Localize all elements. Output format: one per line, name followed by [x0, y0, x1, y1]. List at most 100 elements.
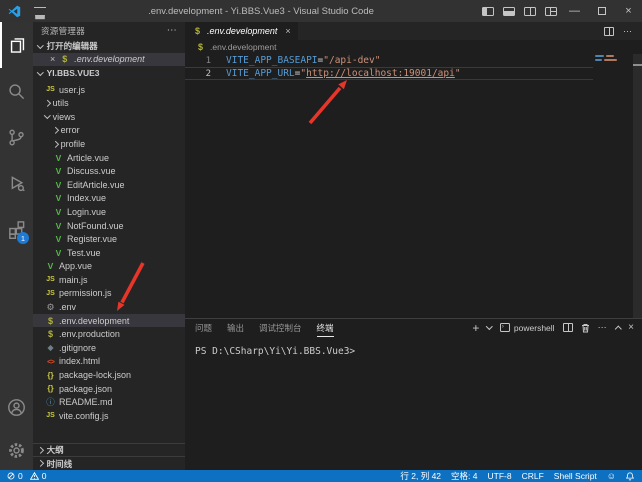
status-item[interactable]: Shell Script: [554, 470, 597, 482]
panel-tab-item[interactable]: 调试控制台: [259, 319, 302, 337]
close-button[interactable]: ×: [615, 0, 642, 22]
minimap[interactable]: [593, 54, 633, 318]
search-icon: [7, 82, 26, 101]
tree-item-label: .env: [59, 302, 76, 312]
tree-item--env-development[interactable]: $.env.development: [33, 314, 185, 328]
close-icon[interactable]: ×: [50, 54, 55, 64]
activity-bar: 1: [0, 22, 33, 470]
tree-item-profile[interactable]: profile: [33, 137, 185, 151]
status-item[interactable]: CRLF: [522, 470, 544, 482]
env-file-icon: $: [192, 26, 203, 36]
kill-terminal-icon[interactable]: [581, 323, 590, 333]
section-outline[interactable]: 大纲: [33, 443, 185, 457]
activity-source-control[interactable]: [0, 114, 33, 160]
tree-item-readme-md[interactable]: ⓘREADME.md: [33, 395, 185, 409]
tree-item-label: main.js: [59, 275, 88, 285]
customize-layout-icon[interactable]: [545, 7, 557, 16]
activity-explorer[interactable]: [0, 22, 33, 68]
code-token: VITE_APP_BASEAPI: [226, 55, 318, 66]
tab-env-development[interactable]: $ .env.development ×: [185, 22, 298, 40]
tree-item-index-html[interactable]: <>index.html: [33, 355, 185, 369]
section-project[interactable]: YI.BBS.VUE3: [33, 66, 185, 80]
tree-item-discuss-vue[interactable]: VDiscuss.vue: [33, 164, 185, 178]
menu-icon[interactable]: [34, 7, 46, 15]
error-icon: [7, 472, 15, 480]
activity-account[interactable]: [0, 384, 33, 430]
tree-item--gitignore[interactable]: ◆.gitignore: [33, 341, 185, 355]
terminal-dropdown-icon[interactable]: [486, 323, 492, 329]
status-item[interactable]: 空格: 4: [451, 470, 477, 482]
tree-item-utils[interactable]: utils: [33, 96, 185, 110]
editor-region: $ .env.development × ⋯ $ .env.developmen…: [185, 22, 642, 470]
tree-item-notfound-vue[interactable]: VNotFound.vue: [33, 219, 185, 233]
minimize-button[interactable]: —: [561, 0, 588, 22]
tree-item-test-vue[interactable]: VTest.vue: [33, 246, 185, 260]
open-editor-item[interactable]: × $ .env.development: [33, 53, 185, 67]
feedback-smiley-icon[interactable]: ☺: [607, 470, 616, 482]
tree-item-label: Discuss.vue: [67, 166, 116, 176]
panel-tab-item[interactable]: 输出: [227, 319, 244, 337]
tree-item-login-vue[interactable]: VLogin.vue: [33, 205, 185, 219]
tree-item-index-vue[interactable]: VIndex.vue: [33, 192, 185, 206]
panel-tab-item[interactable]: 问题: [195, 319, 212, 337]
new-terminal-icon[interactable]: +: [472, 323, 479, 333]
tree-item-vite-config-js[interactable]: JSvite.config.js: [33, 409, 185, 423]
activity-settings[interactable]: [0, 430, 33, 470]
maximize-panel-icon[interactable]: [615, 326, 621, 332]
status-right: 行 2, 列 42 空格: 4 UTF-8 CRLF Shell Script ☺: [400, 470, 642, 482]
tree-item-package-lock-json[interactable]: {}package-lock.json: [33, 368, 185, 382]
split-terminal-icon[interactable]: [563, 323, 573, 332]
maximize-button[interactable]: [588, 0, 615, 22]
tree-item-editarticle-vue[interactable]: VEditArticle.vue: [33, 178, 185, 192]
code-lines: 1VITE_APP_BASEAPI="/api-dev"2VITE_APP_UR…: [185, 54, 593, 80]
close-panel-icon[interactable]: ×: [628, 322, 634, 333]
status-item[interactable]: 行 2, 列 42: [400, 470, 441, 482]
tree-item-label: EditArticle.vue: [67, 180, 125, 190]
panel-more-icon[interactable]: ⋯: [598, 322, 608, 333]
activity-search[interactable]: [0, 68, 33, 114]
toggle-sidebar-icon[interactable]: [482, 7, 494, 16]
panel-tab-terminal-active[interactable]: 终端: [317, 319, 334, 337]
notifications-bell-icon[interactable]: [626, 472, 634, 481]
tree-item-app-vue[interactable]: VApp.vue: [33, 260, 185, 274]
file-tree: JSuser.jsutilsviewserrorprofileVArticle.…: [33, 83, 185, 423]
tree-item--env[interactable]: ⚙.env: [33, 300, 185, 314]
terminal-instance[interactable]: › powershell: [500, 323, 555, 333]
tree-item--env-production[interactable]: $.env.production: [33, 327, 185, 341]
tree-item-article-vue[interactable]: VArticle.vue: [33, 151, 185, 165]
tab-close-icon[interactable]: ×: [285, 26, 290, 36]
chevron-right-icon: [37, 447, 43, 453]
problems-status[interactable]: 0 0: [0, 470, 46, 482]
tree-item-label: package-lock.json: [59, 370, 131, 380]
status-item[interactable]: UTF-8: [488, 470, 512, 482]
code-line-2[interactable]: 2VITE_APP_URL="http://localhost:19001/ap…: [185, 67, 593, 80]
debug-icon: [7, 174, 26, 193]
activity-extensions[interactable]: 1: [0, 206, 33, 252]
section-open-editors[interactable]: 打开的编辑器: [33, 39, 185, 53]
tree-item-permission-js[interactable]: JSpermission.js: [33, 287, 185, 301]
split-editor-icon[interactable]: [604, 27, 614, 36]
explorer-more-icon[interactable]: ⋯: [167, 25, 177, 36]
gear-icon: [7, 441, 26, 460]
code-line-1[interactable]: 1VITE_APP_BASEAPI="/api-dev": [185, 54, 593, 67]
editor-scrollbar[interactable]: [633, 54, 642, 318]
editor-more-icon[interactable]: ⋯: [623, 26, 633, 37]
toggle-secondary-sidebar-icon[interactable]: [524, 7, 536, 16]
terminal-output[interactable]: PS D:\CSharp\Yi\Yi.BBS.Vue3>: [185, 336, 642, 357]
toggle-panel-icon[interactable]: [503, 7, 515, 16]
tree-item-register-vue[interactable]: VRegister.vue: [33, 232, 185, 246]
url-link[interactable]: http://localhost:19001/api: [306, 68, 455, 79]
tree-item-views[interactable]: views: [33, 110, 185, 124]
tree-item-user-js[interactable]: JSuser.js: [33, 83, 185, 97]
breadcrumb[interactable]: $ .env.development: [185, 40, 642, 54]
overview-ruler-cursor-mark: [633, 64, 642, 66]
tree-item-package-json[interactable]: {}package.json: [33, 382, 185, 396]
code-area[interactable]: 1VITE_APP_BASEAPI="/api-dev"2VITE_APP_UR…: [185, 54, 642, 318]
html-file-icon: <>: [45, 357, 56, 366]
vue-file-icon: V: [53, 153, 64, 163]
section-timeline[interactable]: 时间线: [33, 456, 185, 470]
tree-item-error[interactable]: error: [33, 124, 185, 138]
env-file-icon: $: [45, 329, 56, 339]
tree-item-main-js[interactable]: JSmain.js: [33, 273, 185, 287]
activity-run-debug[interactable]: [0, 160, 33, 206]
